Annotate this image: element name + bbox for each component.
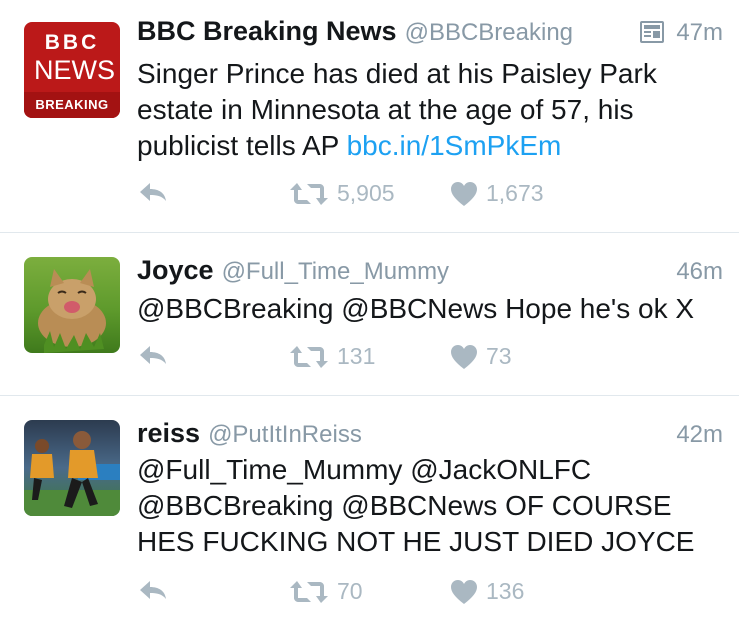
news-logo-text: NEWS	[34, 55, 115, 85]
retweet-button[interactable]: 131	[289, 343, 375, 370]
reply-button[interactable]	[137, 180, 169, 204]
display-name[interactable]: Joyce	[137, 255, 214, 285]
like-count: 73	[486, 343, 512, 369]
user-handle[interactable]: @Full_Time_Mummy	[222, 258, 450, 285]
like-count: 136	[486, 578, 525, 604]
timestamp[interactable]: 42m	[676, 421, 723, 449]
heart-icon	[451, 344, 477, 369]
kitten-photo	[38, 269, 106, 353]
display-name[interactable]: BBC Breaking News	[137, 16, 397, 46]
tweet-text-line: Singer Prince has died at his Paisley Pa…	[137, 58, 657, 89]
retweet-count: 5,905	[337, 180, 395, 206]
retweet-icon	[290, 345, 328, 368]
avatar-joyce[interactable]	[24, 257, 120, 353]
tweet-bbc-breaking[interactable]: BBC NEWS BREAKING BBC Breaking News @BBCB…	[0, 0, 739, 232]
like-button[interactable]: 73	[450, 343, 512, 370]
retweet-count: 131	[337, 343, 376, 369]
reply-icon	[140, 581, 166, 599]
timestamp-text: 47m	[676, 19, 723, 46]
tweet-text-line: @Full_Time_Mummy @JackONLFC	[137, 454, 592, 485]
tweet-text-line: @BBCBreaking @BBCNews Hope he's ok X	[137, 293, 695, 324]
retweet-button[interactable]: 70	[289, 578, 363, 605]
tweet-text-line: publicist tells AP	[137, 130, 339, 161]
retweet-count: 70	[337, 578, 363, 604]
summary-card-icon	[640, 21, 665, 50]
reply-button[interactable]	[137, 578, 169, 602]
like-count: 1,673	[486, 180, 544, 206]
heart-icon	[451, 181, 477, 206]
breaking-logo-text: BREAKING	[35, 97, 109, 112]
tweet-text-line: estate in Minnesota at the age of 57, hi…	[137, 94, 634, 125]
avatar-reiss[interactable]	[24, 420, 120, 516]
tweet-text-line: @BBCBreaking @BBCNews OF COURSE	[137, 490, 672, 521]
bbc-logo-text: BBC	[44, 31, 100, 54]
footballer-photo	[24, 431, 120, 516]
user-handle[interactable]: @PutItInReiss	[208, 421, 362, 448]
tweet-joyce[interactable]: Joyce @Full_Time_Mummy 46m @BBCBreaking @…	[0, 233, 739, 395]
retweet-icon	[290, 580, 328, 603]
retweet-icon	[290, 182, 328, 205]
retweet-button[interactable]: 5,905	[289, 180, 395, 207]
reply-button[interactable]	[137, 343, 169, 367]
tweet-reiss[interactable]: reiss @PutItInReiss 42m @Full_Time_Mummy …	[0, 396, 739, 628]
reply-icon	[140, 346, 166, 364]
display-name[interactable]: reiss	[137, 418, 200, 448]
tweet-link[interactable]: bbc.in/1SmPkEm	[347, 130, 562, 161]
tweet-text: @Full_Time_Mummy @JackONLFC @BBCBreaking…	[137, 452, 722, 560]
avatar-bbc-breaking[interactable]: BBC NEWS BREAKING	[24, 22, 120, 118]
user-handle[interactable]: @BBCBreaking	[405, 19, 573, 46]
tweet-text-line: HES FUCKING NOT HE JUST DIED JOYCE	[137, 526, 695, 557]
timestamp[interactable]: 46m	[676, 258, 723, 286]
timestamp[interactable]: 47m	[640, 19, 723, 50]
heart-icon	[451, 579, 477, 604]
reply-icon	[140, 183, 166, 201]
tweet-text: Singer Prince has died at his Paisley Pa…	[137, 56, 722, 164]
tweet-text: @BBCBreaking @BBCNews Hope he's ok X	[137, 291, 722, 327]
like-button[interactable]: 136	[450, 578, 524, 605]
like-button[interactable]: 1,673	[450, 180, 544, 207]
